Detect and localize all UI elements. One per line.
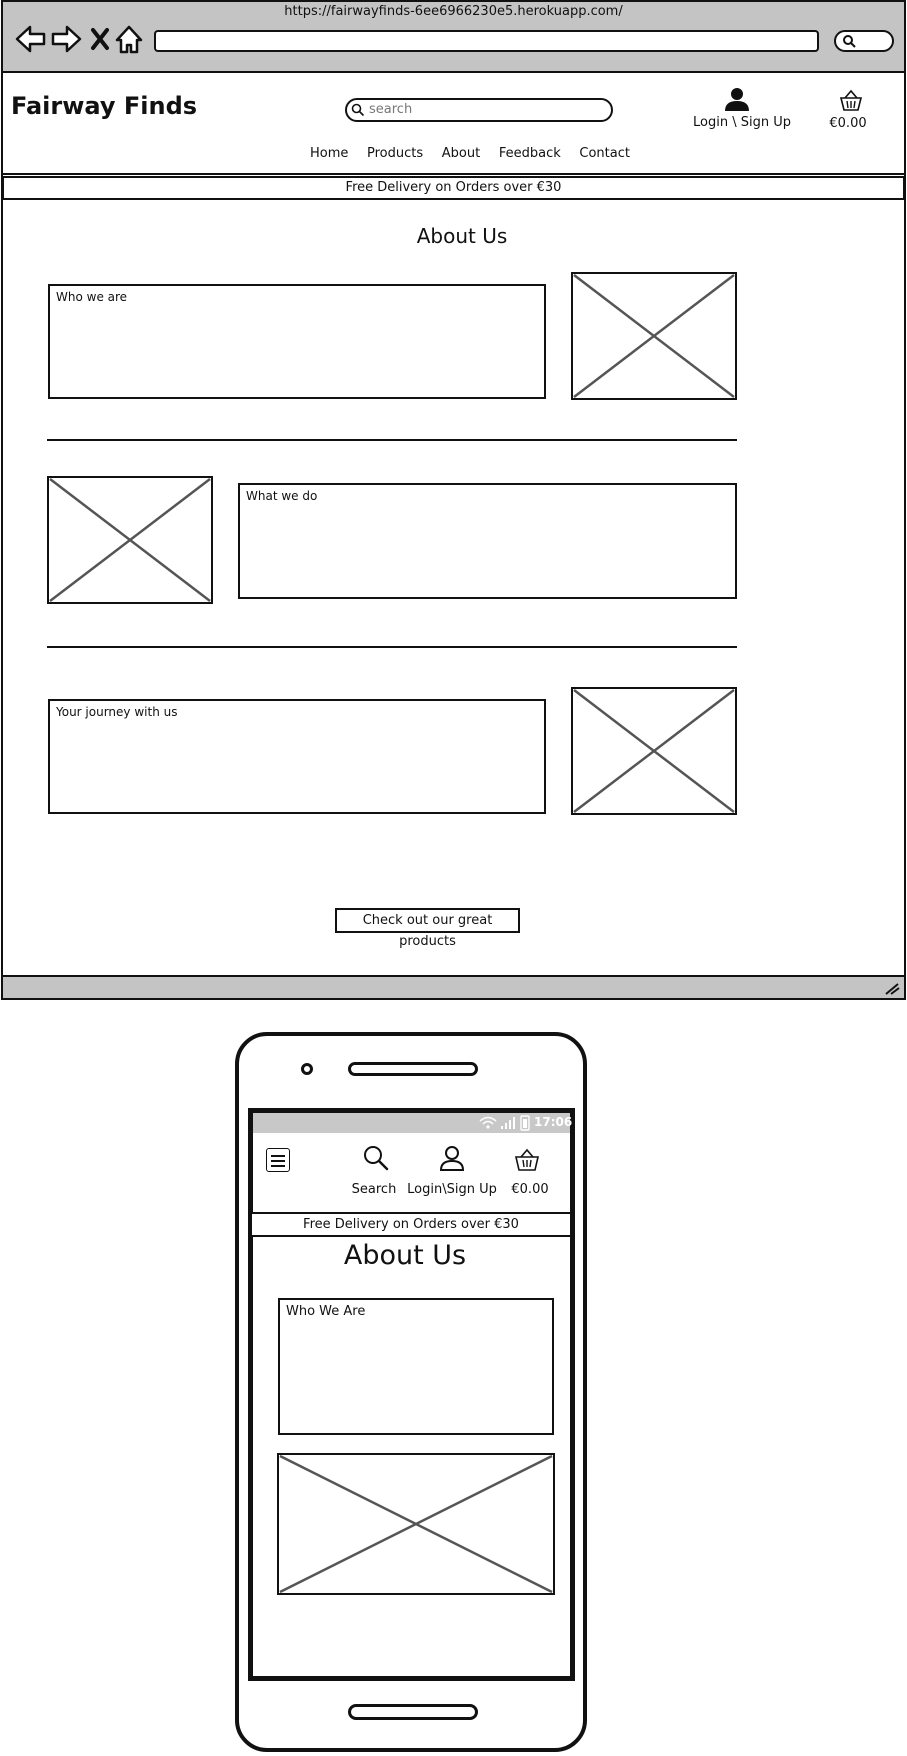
nav-home[interactable]: Home [310, 146, 348, 161]
status-time: 17:06 [534, 1115, 573, 1129]
search-placeholder: search [369, 102, 413, 117]
who-we-are-text-box: Who we are [48, 284, 546, 399]
brand-logo[interactable]: Fairway Finds [11, 92, 197, 120]
resize-grip-icon[interactable] [884, 981, 900, 995]
wifi-icon [479, 1116, 497, 1129]
phone-status-bar [253, 1113, 570, 1133]
nav-about[interactable]: About [442, 146, 480, 161]
image-placeholder [47, 476, 213, 604]
page-title: About Us [416, 224, 508, 248]
mobile-search-label[interactable]: Search [344, 1182, 404, 1197]
basket-icon[interactable] [514, 1146, 540, 1172]
phone-home-button[interactable] [348, 1704, 478, 1720]
phone-camera [301, 1063, 313, 1075]
desktop-browser-mockup: https://fairwayfinds-6ee6966230e5.heroku… [0, 0, 907, 1000]
back-arrow-icon[interactable] [14, 22, 48, 56]
user-icon[interactable] [724, 86, 750, 112]
section-divider [47, 646, 737, 648]
login-signup-link[interactable]: Login \ Sign Up [690, 115, 794, 130]
section-label: Who We Are [286, 1304, 366, 1319]
header-divider [1, 173, 906, 175]
delivery-banner: Free Delivery on Orders over €30 [2, 176, 905, 200]
basket-icon[interactable] [839, 88, 863, 112]
mobile-page-title: About Us [343, 1240, 467, 1271]
main-nav: Home Products About Feedback Contact [310, 146, 630, 161]
address-bar[interactable] [154, 30, 819, 52]
basket-total[interactable]: €0.00 [820, 116, 876, 131]
search-input[interactable]: search [345, 98, 613, 122]
nav-products[interactable]: Products [367, 146, 423, 161]
shop-products-button[interactable]: Check out our great products [335, 908, 520, 949]
browser-url: https://fairwayfinds-6ee6966230e5.heroku… [284, 4, 623, 19]
mobile-who-we-are-box: Who We Are [278, 1298, 554, 1435]
search-icon [351, 103, 365, 117]
signal-icon [501, 1117, 515, 1129]
image-placeholder [277, 1453, 555, 1595]
mobile-delivery-banner: Free Delivery on Orders over €30 [250, 1212, 572, 1237]
what-we-do-text-box: What we do [238, 483, 737, 599]
mobile-basket-total[interactable]: €0.00 [505, 1182, 555, 1197]
search-icon [843, 35, 856, 48]
section-label: What we do [246, 489, 318, 503]
hamburger-menu-icon[interactable] [266, 1148, 290, 1172]
browser-search-button[interactable] [834, 30, 894, 52]
section-label: Who we are [56, 290, 128, 304]
image-placeholder [571, 272, 737, 400]
browser-status-bar [1, 975, 906, 1000]
nav-feedback[interactable]: Feedback [499, 146, 561, 161]
user-icon[interactable] [438, 1144, 466, 1172]
nav-contact[interactable]: Contact [579, 146, 630, 161]
journey-text-box: Your journey with us [48, 699, 546, 814]
section-divider [47, 439, 737, 441]
phone-speaker [348, 1062, 478, 1076]
forward-arrow-icon[interactable] [49, 22, 83, 56]
home-icon[interactable] [112, 22, 146, 56]
section-label: Your journey with us [56, 705, 178, 719]
search-icon[interactable] [362, 1144, 390, 1172]
image-placeholder [571, 687, 737, 815]
battery-icon [520, 1115, 530, 1131]
mobile-login-link[interactable]: Login\Sign Up [407, 1182, 497, 1197]
